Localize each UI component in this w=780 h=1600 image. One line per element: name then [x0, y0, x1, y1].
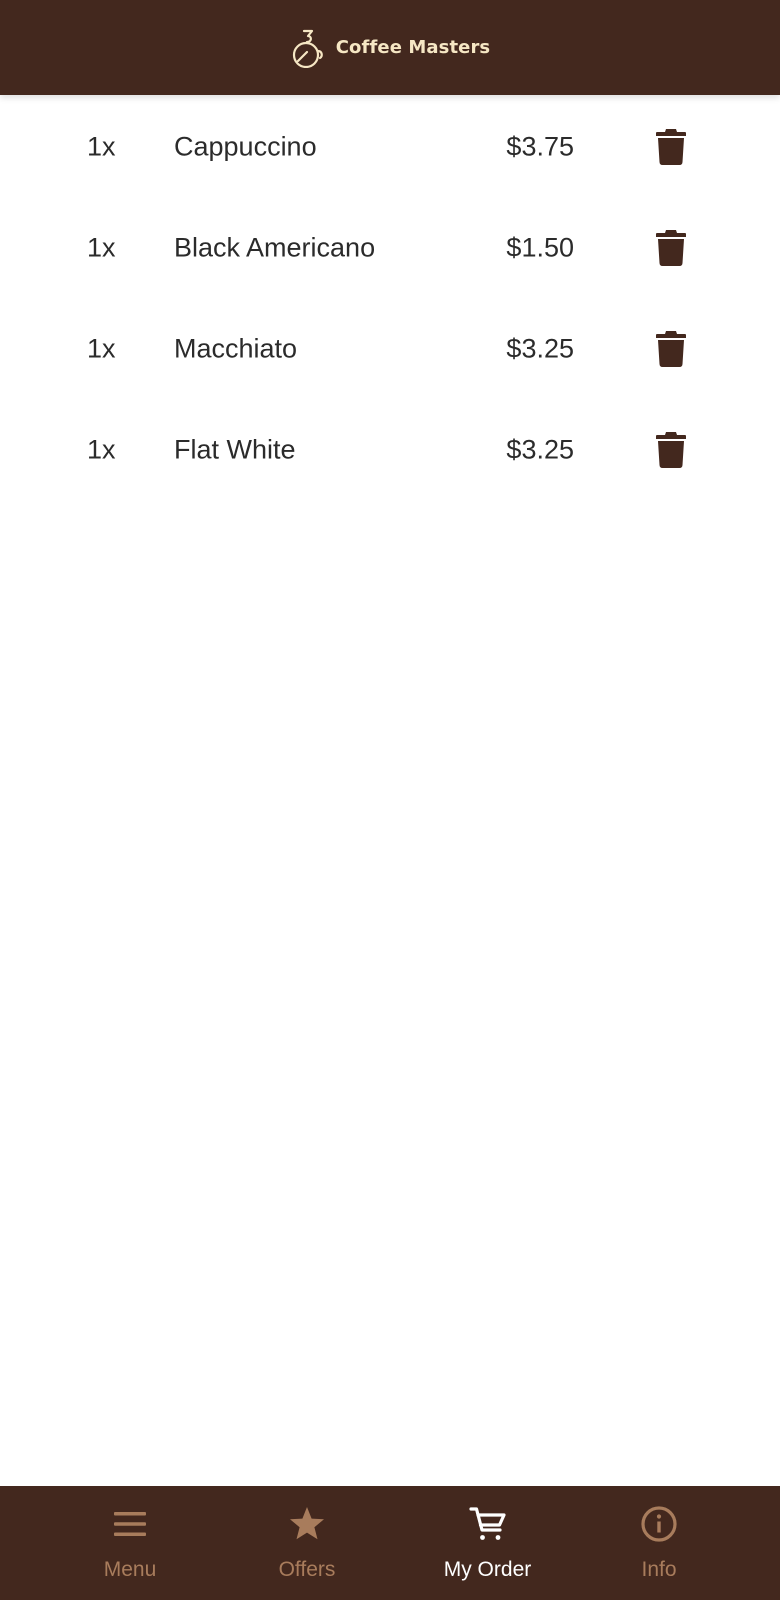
order-item-row: 1x Flat White $3.25 [0, 399, 780, 500]
hamburger-menu-icon [114, 1512, 146, 1536]
item-name: Black Americano [174, 232, 376, 262]
item-name: Flat White [174, 434, 296, 464]
info-icon [641, 1506, 677, 1542]
coffee-cup-logo-icon [292, 29, 323, 68]
item-name: Macchiato [174, 333, 298, 363]
item-quantity: 1x [87, 333, 116, 363]
item-price: $1.50 [506, 232, 574, 262]
nav-label-info: Info [641, 1558, 677, 1581]
nav-item-offers[interactable]: Offers [260, 1486, 354, 1600]
star-icon [290, 1507, 324, 1540]
app-title: Coffee Masters [335, 37, 491, 58]
trash-icon [656, 431, 686, 468]
order-list: 1x Cappuccino $3.75 1x Black Americano $… [0, 96, 780, 500]
item-price: $3.25 [506, 333, 574, 363]
delete-item-button[interactable] [652, 327, 690, 371]
app-header: Coffee Masters [0, 0, 780, 95]
nav-label-my-order: My Order [443, 1558, 532, 1581]
order-item-row: 1x Black Americano $1.50 [0, 197, 780, 298]
delete-item-button[interactable] [652, 125, 690, 169]
nav-item-menu[interactable]: Menu [0, 1486, 260, 1600]
bottom-navigation: Menu Offers My Order Info [0, 1486, 780, 1600]
delete-item-button[interactable] [652, 226, 690, 270]
item-quantity: 1x [87, 434, 116, 464]
nav-item-my-order[interactable]: My Order [354, 1486, 621, 1600]
shopping-cart-icon [468, 1507, 506, 1540]
order-item-row: 1x Macchiato $3.25 [0, 298, 780, 399]
order-item-row: 1x Cappuccino $3.75 [0, 96, 780, 197]
delete-item-button[interactable] [652, 428, 690, 472]
nav-label-menu: Menu [103, 1558, 157, 1581]
item-price: $3.75 [506, 131, 574, 161]
item-quantity: 1x [87, 131, 116, 161]
item-quantity: 1x [87, 232, 116, 262]
trash-icon [656, 229, 686, 266]
nav-item-info[interactable]: Info [621, 1486, 697, 1600]
brand: Coffee Masters [290, 28, 491, 68]
app-root: Coffee Masters 1x Cappuccino $3.75 1x Bl… [0, 0, 780, 1600]
item-name: Cappuccino [174, 131, 317, 161]
trash-icon [656, 128, 686, 165]
trash-icon [656, 330, 686, 367]
item-price: $3.25 [506, 434, 574, 464]
nav-label-offers: Offers [278, 1558, 336, 1581]
